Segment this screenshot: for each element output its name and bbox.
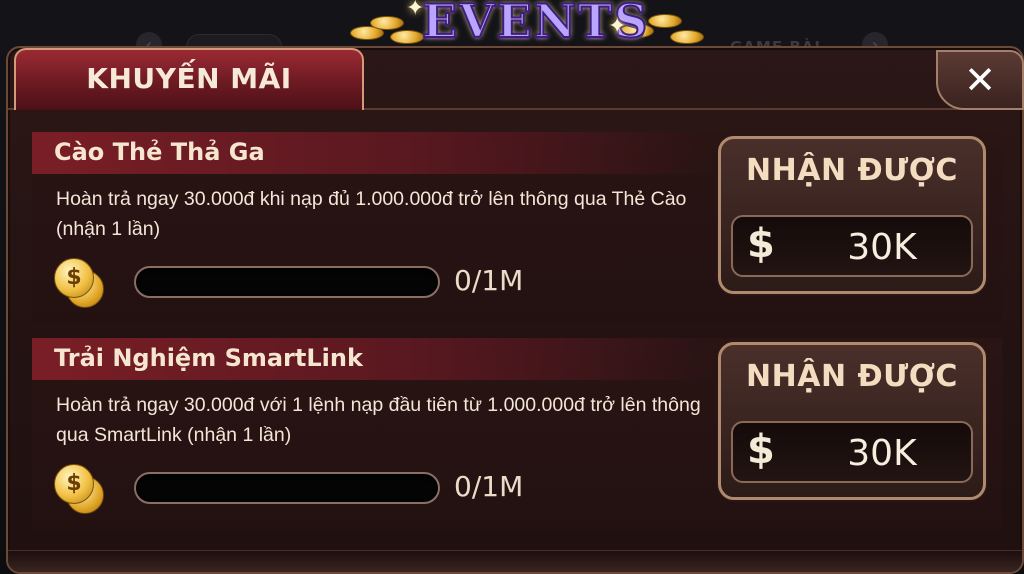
dollar-icon: $ (747, 221, 775, 267)
claim-reward-button[interactable]: NHẬN ĐƯỢC $ 30K (718, 136, 986, 294)
promotion-title: Cào Thẻ Thả Ga (54, 138, 265, 166)
progress-bar (134, 472, 440, 504)
tab-khuyen-mai[interactable]: KHUYẾN MÃI (14, 48, 364, 110)
coin-pile-icon (670, 30, 704, 44)
events-banner: EVENTS ✦ ✦ (330, 0, 710, 52)
events-title: EVENTS (421, 0, 650, 49)
progress-text: 0/1M (454, 264, 524, 297)
coin-front: $ (54, 464, 94, 504)
close-button[interactable]: ✕ (936, 50, 1024, 110)
sparkle-icon: ✦ (406, 0, 425, 21)
reward-value-box: $ 30K (731, 421, 973, 483)
dollar-icon: $ (747, 427, 775, 473)
promotion-title-bar: Trải Nghiệm SmartLink (32, 338, 714, 380)
claim-reward-button[interactable]: NHẬN ĐƯỢC $ 30K (718, 342, 986, 500)
tab-label: KHUYẾN MÃI (86, 62, 292, 95)
claim-label: NHẬN ĐƯỢC (746, 153, 958, 188)
promotion-title: Trải Nghiệm SmartLink (54, 344, 363, 372)
sparkle-icon: ✦ (608, 14, 627, 39)
coin-pile-icon (648, 14, 682, 28)
reward-value: 30K (847, 433, 917, 474)
coin-pile-icon (370, 16, 404, 30)
progress-text: 0/1M (454, 470, 524, 503)
claim-label: NHẬN ĐƯỢC (746, 359, 958, 394)
reward-value: 30K (847, 227, 917, 268)
coin-icon: $ (54, 464, 108, 514)
panel-bottom-edge (8, 550, 1022, 572)
coin-front: $ (54, 258, 94, 298)
reward-value-box: $ 30K (731, 215, 973, 277)
promotion-description: Hoàn trả ngay 30.000đ với 1 lệnh nạp đầu… (56, 394, 701, 446)
promotions-panel: KHUYẾN MÃI ✕ Cào Thẻ Thả Ga Hoàn trả nga… (6, 46, 1024, 574)
promotion-card: Cào Thẻ Thả Ga Hoàn trả ngay 30.000đ khi… (32, 132, 1002, 324)
progress-bar (134, 266, 440, 298)
promotion-description: Hoàn trả ngay 30.000đ khi nạp đủ 1.000.0… (56, 188, 687, 240)
promotion-title-bar: Cào Thẻ Thả Ga (32, 132, 714, 174)
coin-pile-icon (390, 30, 424, 44)
close-icon: ✕ (964, 58, 996, 102)
promotion-card: Trải Nghiệm SmartLink Hoàn trả ngay 30.0… (32, 338, 1002, 530)
coin-icon: $ (54, 258, 108, 308)
